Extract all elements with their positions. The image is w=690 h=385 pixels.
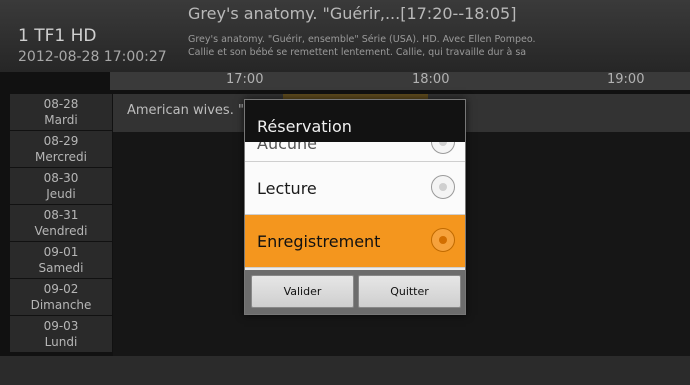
option-aucune[interactable]: Aucune [245,142,465,162]
option-label: Enregistrement [257,232,381,251]
program-info-header: 1 TF1 HD 2012-08-28 17:00:27 Grey's anat… [0,0,690,72]
program-description: Grey's anatomy. "Guérir, ensemble" Série… [188,33,648,59]
option-label: Lecture [257,179,317,198]
time-tick: 19:00 [607,72,645,87]
day-item[interactable]: 08-30 Jeudi [10,168,112,204]
time-tick: 18:00 [412,72,450,87]
program-description-line: Grey's anatomy. "Guérir, ensemble" Série… [188,34,536,45]
program-title: Grey's anatomy. "Guérir,...[17:20--18:05… [188,4,517,23]
timeline-bar: 17:00 18:00 19:00 [110,72,690,90]
day-list: 08-28 Mardi 08-29 Mercredi 08-30 Jeudi 08-3… [10,94,112,353]
option-enregistrement[interactable]: Enregistrement [245,215,465,268]
day-item[interactable]: 09-01 Samedi [10,242,112,278]
program-cell[interactable]: American wives. " [127,103,244,118]
reservation-dialog: Réservation Aucune Lecture Enregistremen… [244,99,466,315]
option-label: Aucune [257,142,318,153]
day-item[interactable]: 08-31 Vendredi [10,205,112,241]
channel-name: 1 TF1 HD [18,26,97,46]
option-lecture[interactable]: Lecture [245,162,465,215]
validate-button[interactable]: Valider [251,275,354,308]
dialog-button-bar: Valider Quitter [245,270,465,314]
day-item[interactable]: 08-28 Mardi [10,94,112,130]
radio-icon [431,228,455,252]
day-item[interactable]: 09-02 Dimanche [10,279,112,315]
current-datetime: 2012-08-28 17:00:27 [18,49,167,65]
program-description-line: Callie et son bébé se remettent lentemen… [188,47,527,58]
time-tick: 17:00 [226,72,264,87]
day-item[interactable]: 08-29 Mercredi [10,131,112,167]
footer-bar [0,356,690,385]
radio-icon [431,175,455,199]
quit-button[interactable]: Quitter [358,275,461,308]
radio-icon [431,142,455,154]
dialog-title: Réservation [245,100,465,142]
day-item[interactable]: 09-03 Lundi [10,316,112,352]
